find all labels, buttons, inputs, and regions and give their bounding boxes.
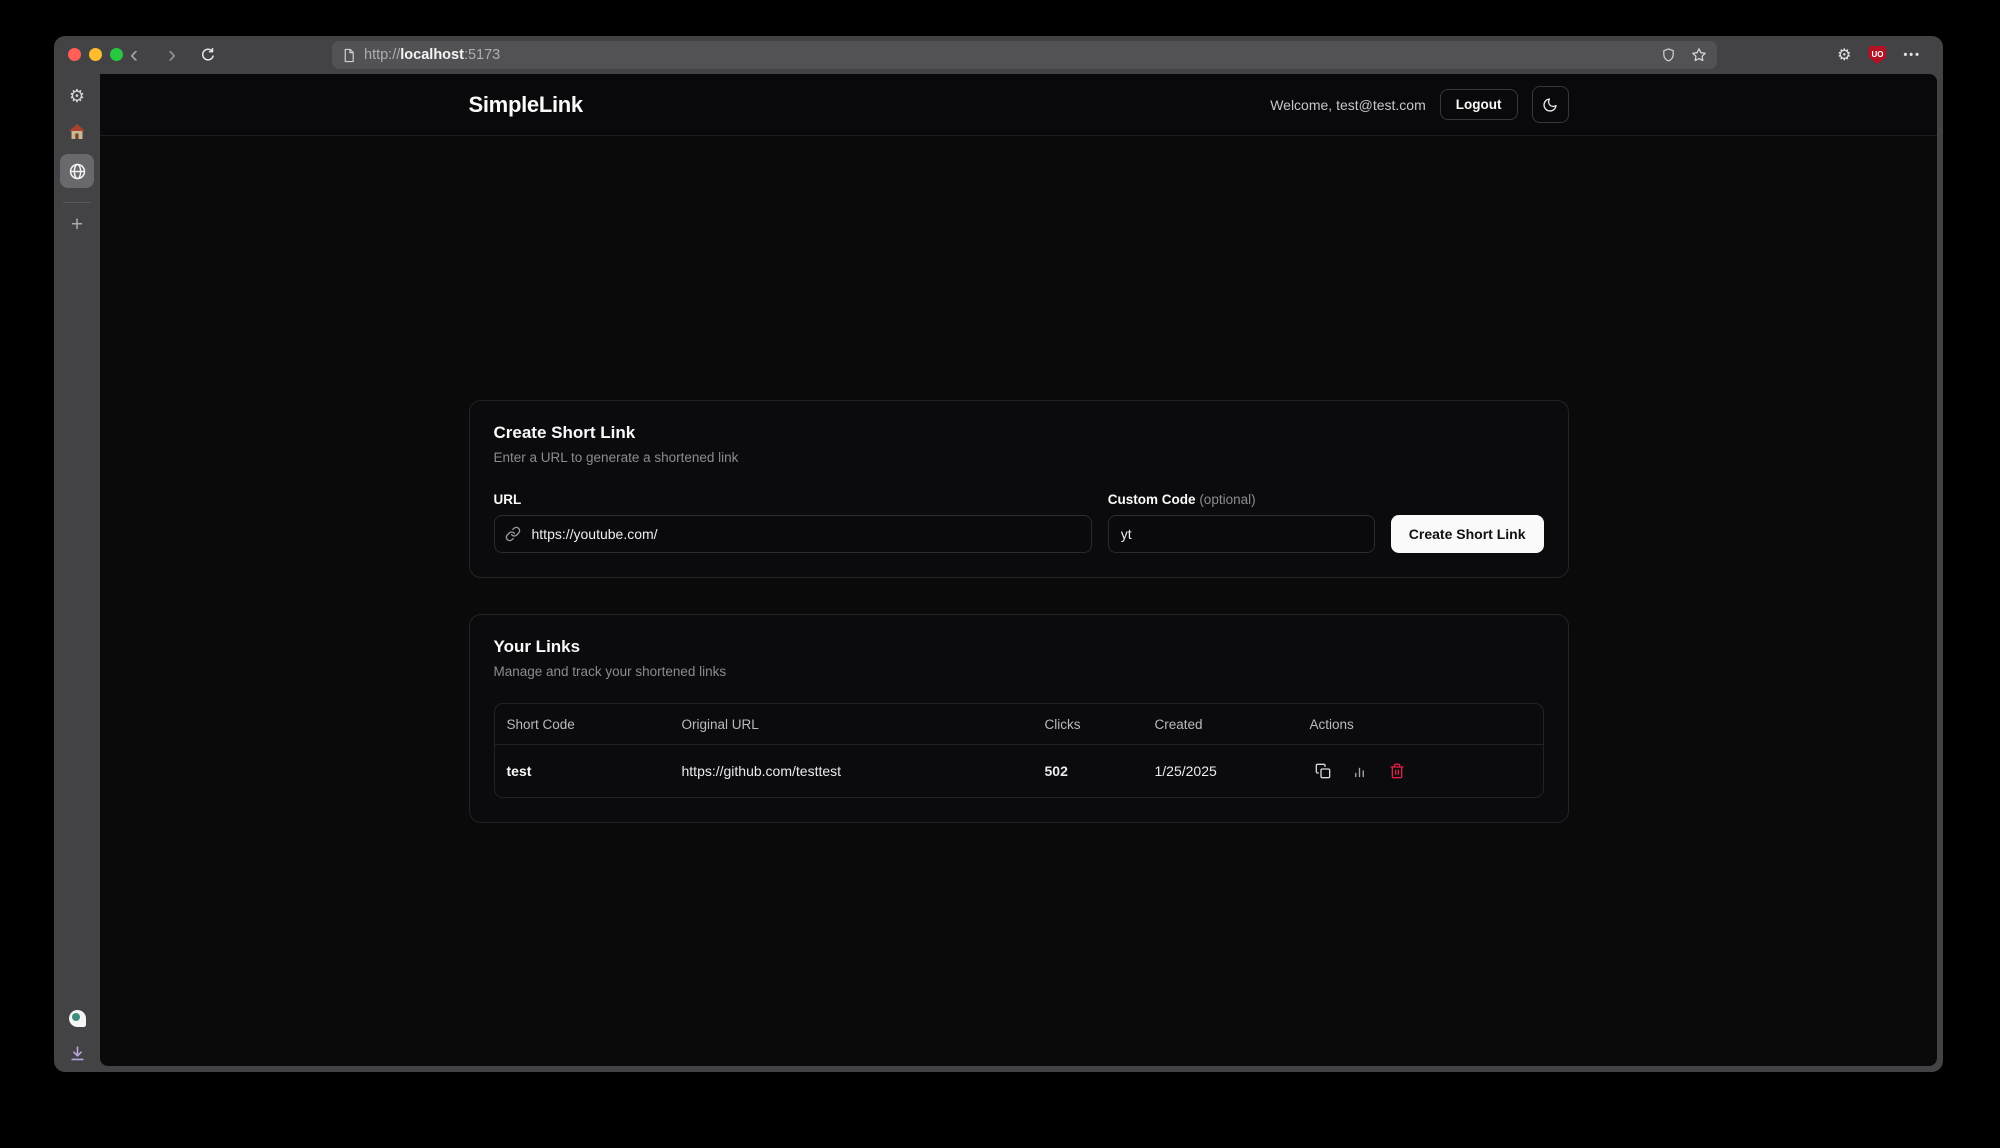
moon-icon (1542, 97, 1558, 113)
stats-button[interactable] (1347, 758, 1373, 784)
table-row: test https://github.com/testtest 502 1/2… (495, 745, 1543, 797)
url-scheme: http:// (364, 47, 400, 63)
new-tab-button[interactable]: + (71, 213, 83, 237)
custom-code-label: Custom Code (optional) (1108, 492, 1375, 507)
url-port: :5173 (464, 47, 500, 63)
reload-icon (200, 47, 216, 63)
cell-short-code: test (495, 763, 670, 779)
links-card-title: Your Links (494, 637, 1544, 657)
extensions-gear-icon[interactable]: ⚙ (1837, 45, 1851, 65)
shield-icon[interactable] (1661, 47, 1676, 63)
logout-button[interactable]: Logout (1440, 89, 1518, 120)
create-short-link-button[interactable]: Create Short Link (1391, 515, 1544, 553)
bookmark-star-icon[interactable] (1691, 47, 1707, 63)
forward-button[interactable]: › (162, 36, 182, 74)
bar-chart-icon (1352, 764, 1367, 779)
active-tab-globe[interactable] (60, 154, 94, 188)
delete-link-button[interactable] (1384, 758, 1410, 784)
copy-icon (1315, 763, 1331, 779)
chevron-right-icon: › (168, 43, 176, 67)
create-card-subtitle: Enter a URL to generate a shortened link (494, 450, 1544, 465)
col-clicks: Clicks (1033, 717, 1143, 732)
close-window-button[interactable] (68, 48, 81, 61)
overflow-menu-icon[interactable]: ••• (1903, 49, 1921, 61)
welcome-text: Welcome, test@test.com (1270, 97, 1426, 113)
row-actions (1298, 758, 1543, 784)
back-button[interactable]: ‹ (124, 36, 144, 74)
links-table: Short Code Original URL Clicks Created A… (494, 703, 1544, 798)
copy-link-button[interactable] (1310, 758, 1336, 784)
toolbar-right-icons: ⚙ UO ••• (1837, 36, 1921, 74)
browser-toolbar: ‹ › http://localhost:5173 ⚙ UO ••• (54, 36, 1943, 74)
url-host: localhost (400, 47, 464, 63)
table-header-row: Short Code Original URL Clicks Created A… (495, 704, 1543, 745)
links-card-subtitle: Manage and track your shortened links (494, 664, 1544, 679)
cell-clicks: 502 (1033, 763, 1143, 779)
col-actions: Actions (1298, 717, 1543, 732)
optional-hint: (optional) (1199, 492, 1255, 507)
reload-button[interactable] (198, 36, 218, 74)
create-card-title: Create Short Link (494, 423, 1544, 443)
settings-gear-icon[interactable]: ⚙ (69, 86, 85, 107)
url-input[interactable] (494, 515, 1092, 553)
url-label: URL (494, 492, 1092, 507)
app-header: SimpleLink Welcome, test@test.com Logout (100, 74, 1937, 136)
theme-toggle-button[interactable] (1532, 86, 1569, 123)
cell-created: 1/25/2025 (1143, 763, 1298, 779)
col-short-code: Short Code (495, 717, 670, 732)
trash-icon (1389, 763, 1405, 779)
app-main: Create Short Link Enter a URL to generat… (100, 136, 1937, 1066)
browser-sidebar: ⚙ + (54, 74, 100, 1072)
page-icon (342, 48, 356, 63)
custom-code-input[interactable] (1108, 515, 1375, 553)
sidebar-divider (63, 202, 91, 203)
profile-icon[interactable] (69, 1010, 86, 1027)
home-tab-icon[interactable] (68, 123, 86, 140)
downloads-icon[interactable] (69, 1045, 86, 1062)
col-original-url: Original URL (670, 717, 1033, 732)
adblock-shield-icon[interactable]: UO (1868, 46, 1886, 64)
chevron-left-icon: ‹ (130, 43, 138, 67)
col-created: Created (1143, 717, 1298, 732)
cell-original-url: https://github.com/testtest (670, 763, 1033, 779)
address-bar[interactable]: http://localhost:5173 (332, 41, 1717, 69)
browser-window: ‹ › http://localhost:5173 ⚙ UO ••• (54, 36, 1943, 1072)
minimize-window-button[interactable] (89, 48, 102, 61)
page-content: SimpleLink Welcome, test@test.com Logout (100, 74, 1937, 1066)
window-controls (68, 48, 123, 61)
create-short-link-card: Create Short Link Enter a URL to generat… (469, 400, 1569, 578)
your-links-card: Your Links Manage and track your shorten… (469, 614, 1569, 823)
maximize-window-button[interactable] (110, 48, 123, 61)
app-title: SimpleLink (469, 92, 583, 118)
